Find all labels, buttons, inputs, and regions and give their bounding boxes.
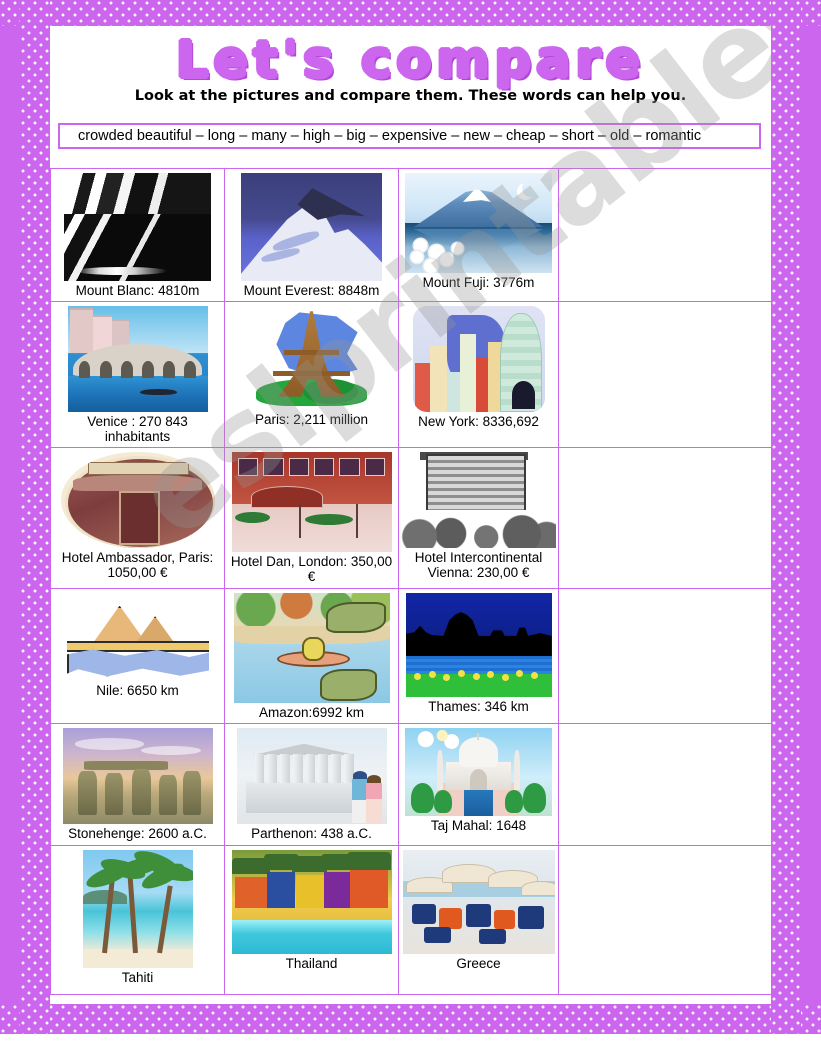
caption: Mount Fuji: 3776m [422, 275, 535, 290]
cell-answer-rivers[interactable] [558, 588, 771, 725]
hotel-dan-image [231, 452, 392, 553]
cell-greece[interactable]: Greece [398, 844, 559, 995]
cell-stonehenge[interactable]: Stonehenge: 2600 a.C. [50, 723, 225, 846]
border-bottom-dotted [0, 1004, 821, 1034]
table-row: Mount Blanc: 4810m Mount Everest: 8848m [50, 167, 771, 303]
hotel-intercontinental-image [401, 452, 556, 549]
worksheet-sheet: eslprintables.com Let's compare Look at … [50, 26, 771, 1004]
border-outer-left [0, 0, 20, 1034]
table-row: Nile: 6650 km Amazon:6992 km Thames: 346… [50, 588, 771, 725]
border-top-dotted [0, 0, 821, 26]
caption: Mount Everest: 8848m [243, 283, 380, 298]
cell-mount-blanc[interactable]: Mount Blanc: 4810m [50, 167, 225, 303]
new-york-image [412, 306, 545, 413]
cell-mount-everest[interactable]: Mount Everest: 8848m [224, 167, 399, 303]
border-outer-right [801, 0, 821, 1034]
thailand-image [231, 849, 392, 954]
caption: New York: 8336,692 [418, 414, 539, 430]
mount-everest-image [241, 173, 382, 281]
border-left-dotted [20, 0, 50, 1034]
table-row: Stonehenge: 2600 a.C. Parthenon: 438 a.C… [50, 723, 771, 846]
cell-nile[interactable]: Nile: 6650 km [50, 588, 225, 725]
stonehenge-image [62, 728, 213, 825]
tahiti-image [82, 849, 193, 968]
taj-mahal-image [405, 728, 552, 817]
cell-thames[interactable]: Thames: 346 km [398, 588, 559, 725]
caption: Hotel Intercontinental Vienna: 230,00 € [414, 550, 543, 581]
caption: Hotel Dan, London: 350,00 € [230, 554, 393, 585]
greece-image [402, 849, 555, 954]
caption: Nile: 6650 km [96, 683, 179, 699]
cell-paris[interactable]: Paris: 2,211 million [224, 301, 399, 449]
cell-new-york[interactable]: New York: 8336,692 [398, 301, 559, 449]
mount-blanc-image [64, 173, 211, 281]
instruction-text: Look at the pictures and compare them. T… [134, 88, 687, 104]
caption: Greece [456, 955, 501, 971]
caption: Amazon:6992 km [258, 705, 365, 721]
border-right-dotted [771, 0, 801, 1034]
cell-answer-beaches[interactable] [558, 844, 771, 995]
caption: Stonehenge: 2600 a.C. [68, 826, 207, 842]
amazon-image [233, 593, 390, 704]
thames-image [405, 593, 552, 698]
cell-answer-mountains[interactable] [558, 167, 771, 303]
caption: Thames: 346 km [428, 699, 529, 715]
caption: Tahiti [121, 969, 154, 985]
venice-image [67, 306, 208, 413]
cell-amazon[interactable]: Amazon:6992 km [224, 588, 399, 725]
cell-parthenon[interactable]: Parthenon: 438 a.C. [224, 723, 399, 846]
word-bank-box: crowded beautiful – long – many – high –… [58, 123, 761, 149]
cell-thailand[interactable]: Thailand [224, 844, 399, 995]
hotel-ambassador-image [60, 452, 215, 549]
cell-mount-fuji[interactable]: Mount Fuji: 3776m [398, 167, 559, 303]
cell-answer-cities[interactable] [558, 301, 771, 449]
caption: Paris: 2,211 million [254, 412, 369, 428]
mount-fuji-image [405, 173, 552, 273]
cell-tahiti[interactable]: Tahiti [50, 844, 225, 995]
nile-image [66, 593, 209, 682]
cell-venice[interactable]: Venice : 270 843 inhabitants [50, 301, 225, 449]
cell-answer-hotels[interactable] [558, 447, 771, 590]
cell-hotel-intercontinental[interactable]: Hotel Intercontinental Vienna: 230,00 € [398, 447, 559, 590]
parthenon-image [236, 728, 387, 825]
caption: Hotel Ambassador, Paris: 1050,00 € [61, 550, 214, 581]
caption: Venice : 270 843 inhabitants [87, 414, 188, 445]
caption: Parthenon: 438 a.C. [251, 826, 372, 842]
cell-hotel-ambassador[interactable]: Hotel Ambassador, Paris: 1050,00 € [50, 447, 225, 590]
caption: Thailand [285, 955, 338, 971]
comparison-table: Mount Blanc: 4810m Mount Everest: 8848m [50, 167, 771, 995]
caption: Taj Mahal: 1648 [430, 818, 527, 834]
caption: Mount Blanc: 4810m [75, 283, 200, 298]
table-row: Hotel Ambassador, Paris: 1050,00 € Hotel… [50, 447, 771, 590]
word-bank-text: crowded beautiful – long – many – high –… [78, 128, 702, 144]
cell-hotel-dan[interactable]: Hotel Dan, London: 350,00 € [224, 447, 399, 590]
table-row: Venice : 270 843 inhabitants Paris: 2,21… [50, 301, 771, 449]
cell-taj-mahal[interactable]: Taj Mahal: 1648 [398, 723, 559, 846]
cell-answer-monuments[interactable] [558, 723, 771, 846]
paris-image [242, 306, 381, 411]
page-title: Let's compare [175, 31, 646, 90]
table-row: Tahiti Thailand Greece [50, 844, 771, 995]
